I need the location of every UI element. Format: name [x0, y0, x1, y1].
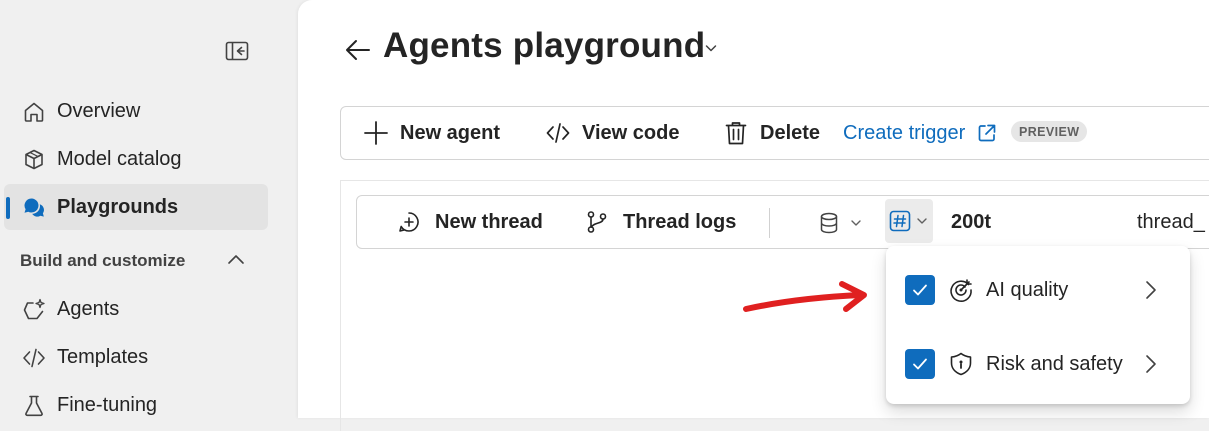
view-code-button[interactable]: View code — [545, 107, 679, 159]
sidebar-item-label: Templates — [57, 345, 149, 368]
metrics-menu: AI quality Risk and safety — [886, 246, 1190, 404]
sidebar-item-label: Model catalog — [57, 147, 182, 170]
collapse-panel-icon — [225, 41, 249, 61]
risk-and-safety-checkbox[interactable] — [905, 349, 935, 379]
home-icon — [24, 102, 44, 122]
chevron-right-icon — [1146, 281, 1156, 299]
cube-icon — [25, 149, 43, 170]
view-code-label: View code — [582, 121, 680, 144]
menu-item-ai-quality[interactable]: AI quality — [886, 253, 1190, 327]
sidebar-item-label: Overview — [57, 99, 141, 122]
delete-label: Delete — [760, 121, 821, 144]
open-external-icon — [978, 124, 996, 142]
hashtag-icon — [889, 210, 911, 232]
ai-quality-checkbox[interactable] — [905, 275, 935, 305]
sidebar-item-agents[interactable]: Agents — [4, 286, 268, 332]
sidebar-item-templates[interactable]: Templates — [4, 334, 268, 380]
code-icon — [546, 123, 570, 143]
chevron-up-icon — [228, 255, 244, 264]
toolbar-divider — [769, 208, 770, 238]
metrics-dropdown-button[interactable] — [885, 199, 933, 243]
plus-icon — [364, 121, 388, 145]
create-trigger-link[interactable]: Create trigger — [843, 107, 997, 159]
trash-icon — [725, 122, 747, 145]
sidebar-item-playgrounds[interactable]: Playgrounds — [4, 184, 268, 230]
create-trigger-label: Create trigger — [843, 121, 966, 144]
new-agent-label: New agent — [400, 121, 501, 144]
thread-logs-label: Thread logs — [623, 210, 737, 233]
database-icon — [820, 212, 838, 234]
delete-button[interactable]: Delete — [723, 107, 820, 159]
sidebar: Overview Model catalog Playgrounds Build… — [0, 0, 296, 418]
thread-logs-button[interactable]: Thread logs — [585, 196, 736, 248]
checkmark-icon — [913, 284, 927, 296]
menu-item-risk-and-safety[interactable]: Risk and safety — [886, 327, 1190, 401]
shield-icon — [950, 352, 972, 376]
new-agent-button[interactable]: New agent — [363, 107, 500, 159]
sidebar-item-model-catalog[interactable]: Model catalog — [4, 136, 268, 182]
collapse-sidebar-button[interactable] — [222, 38, 252, 64]
chevron-down-icon[interactable] — [703, 40, 719, 56]
sidebar-item-label: Playgrounds — [57, 195, 179, 218]
chat-bubbles-icon — [24, 198, 44, 217]
preview-badge: PREVIEW — [1011, 121, 1088, 142]
chevron-down-icon — [917, 218, 927, 224]
branch-icon — [587, 211, 607, 233]
new-thread-button[interactable]: New thread — [397, 196, 543, 248]
selected-indicator — [6, 197, 10, 219]
sidebar-item-fine-tuning[interactable]: Fine-tuning — [4, 382, 268, 428]
code-icon — [23, 348, 45, 368]
add-chat-icon — [399, 212, 419, 232]
page-title: Agents playground — [383, 26, 706, 65]
sidebar-item-overview[interactable]: Overview — [4, 88, 268, 134]
token-count: 200t — [951, 210, 992, 233]
data-source-dropdown[interactable] — [819, 209, 869, 237]
new-thread-label: New thread — [435, 210, 543, 233]
command-toolbar: New agent View code Delete Create trigge… — [340, 106, 1209, 160]
chevron-right-icon — [1146, 355, 1156, 373]
agent-sparkle-icon — [23, 298, 45, 320]
sidebar-item-label: Agents — [57, 297, 120, 320]
ai-quality-label: AI quality — [986, 278, 1069, 301]
checkmark-icon — [913, 358, 927, 370]
chevron-down-icon — [851, 220, 861, 226]
annotation-arrow-icon — [743, 281, 867, 312]
back-arrow-icon[interactable] — [342, 34, 374, 66]
target-icon — [950, 279, 972, 302]
sidebar-item-label: Fine-tuning — [57, 393, 158, 416]
flask-icon — [25, 395, 43, 417]
section-title: Build and customize — [20, 251, 186, 270]
thread-id: thread_ — [1137, 210, 1205, 233]
thread-toolbar: New thread Thread logs 200t thread_ — [356, 195, 1209, 249]
risk-and-safety-label: Risk and safety — [986, 352, 1123, 375]
section-header-build-and-customize[interactable]: Build and customize — [20, 250, 250, 272]
